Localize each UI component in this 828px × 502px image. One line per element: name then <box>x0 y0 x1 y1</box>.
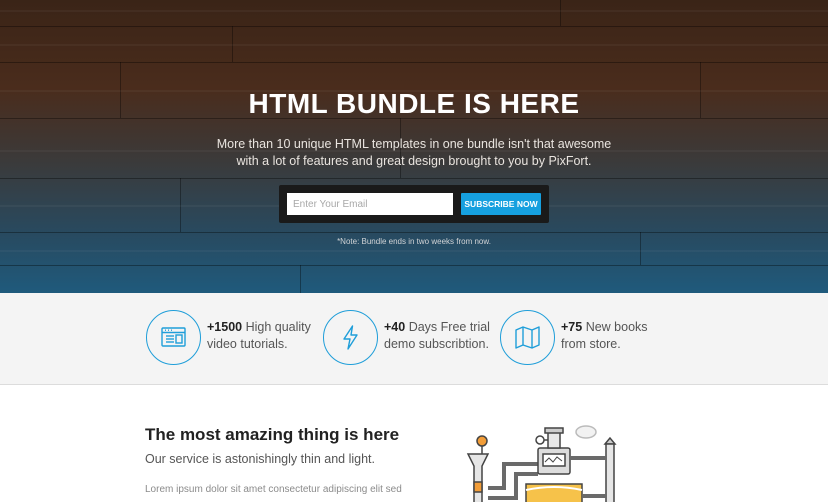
browser-window-icon <box>161 327 186 347</box>
feature-icon-circle <box>146 310 201 365</box>
feature-count: +40 <box>384 320 406 334</box>
map-icon <box>515 326 540 349</box>
content-title: The most amazing thing is here <box>145 425 400 444</box>
feature-count: +75 <box>561 320 583 334</box>
feature-icon-circle <box>500 310 555 365</box>
hero-section: HTML BUNDLE IS HERE More than 10 unique … <box>0 0 828 293</box>
feature-label: Days Free trial <box>405 320 490 334</box>
content-subtitle: Our service is astonishingly thin and li… <box>145 452 375 466</box>
feature-label: New books <box>582 320 648 334</box>
subscribe-button[interactable]: SUBSCRIBE NOW <box>461 193 541 215</box>
feature-text: +40 Days Free trial demo subscribtion. <box>384 319 504 353</box>
hero-title: HTML BUNDLE IS HERE <box>248 88 580 119</box>
bundle-note: *Note: Bundle ends in two weeks from now… <box>337 237 491 246</box>
feature-label-line2: demo subscribtion. <box>384 337 489 351</box>
content-body: Lorem ipsum dolor sit amet consectetur a… <box>145 484 402 495</box>
feature-label-line2: from store. <box>561 337 621 351</box>
email-input[interactable] <box>287 193 453 215</box>
hero-subtitle-line2: with a lot of features and great design … <box>236 153 592 168</box>
feature-text: +75 New books from store. <box>561 319 681 353</box>
feature-tutorials: +1500 High quality video tutorials. <box>146 310 321 368</box>
lightning-bolt-icon <box>343 325 358 350</box>
feature-trial: +40 Days Free trial demo subscribtion. <box>323 310 498 368</box>
hero-subtitle-line1: More than 10 unique HTML templates in on… <box>216 137 612 151</box>
feature-icon-circle <box>323 310 378 365</box>
feature-label: High quality <box>242 320 311 334</box>
feature-books: +75 New books from store. <box>500 310 675 368</box>
features-strip: +1500 High quality video tutorials. +40 … <box>0 293 828 385</box>
feature-label-line2: video tutorials. <box>207 337 288 351</box>
machine-illustration <box>466 425 617 502</box>
subscribe-form: SUBSCRIBE NOW <box>279 185 549 223</box>
hero-subtitle: More than 10 unique HTML templates in on… <box>214 136 614 169</box>
feature-count: +1500 <box>207 320 243 334</box>
feature-text: +1500 High quality video tutorials. <box>207 319 327 353</box>
